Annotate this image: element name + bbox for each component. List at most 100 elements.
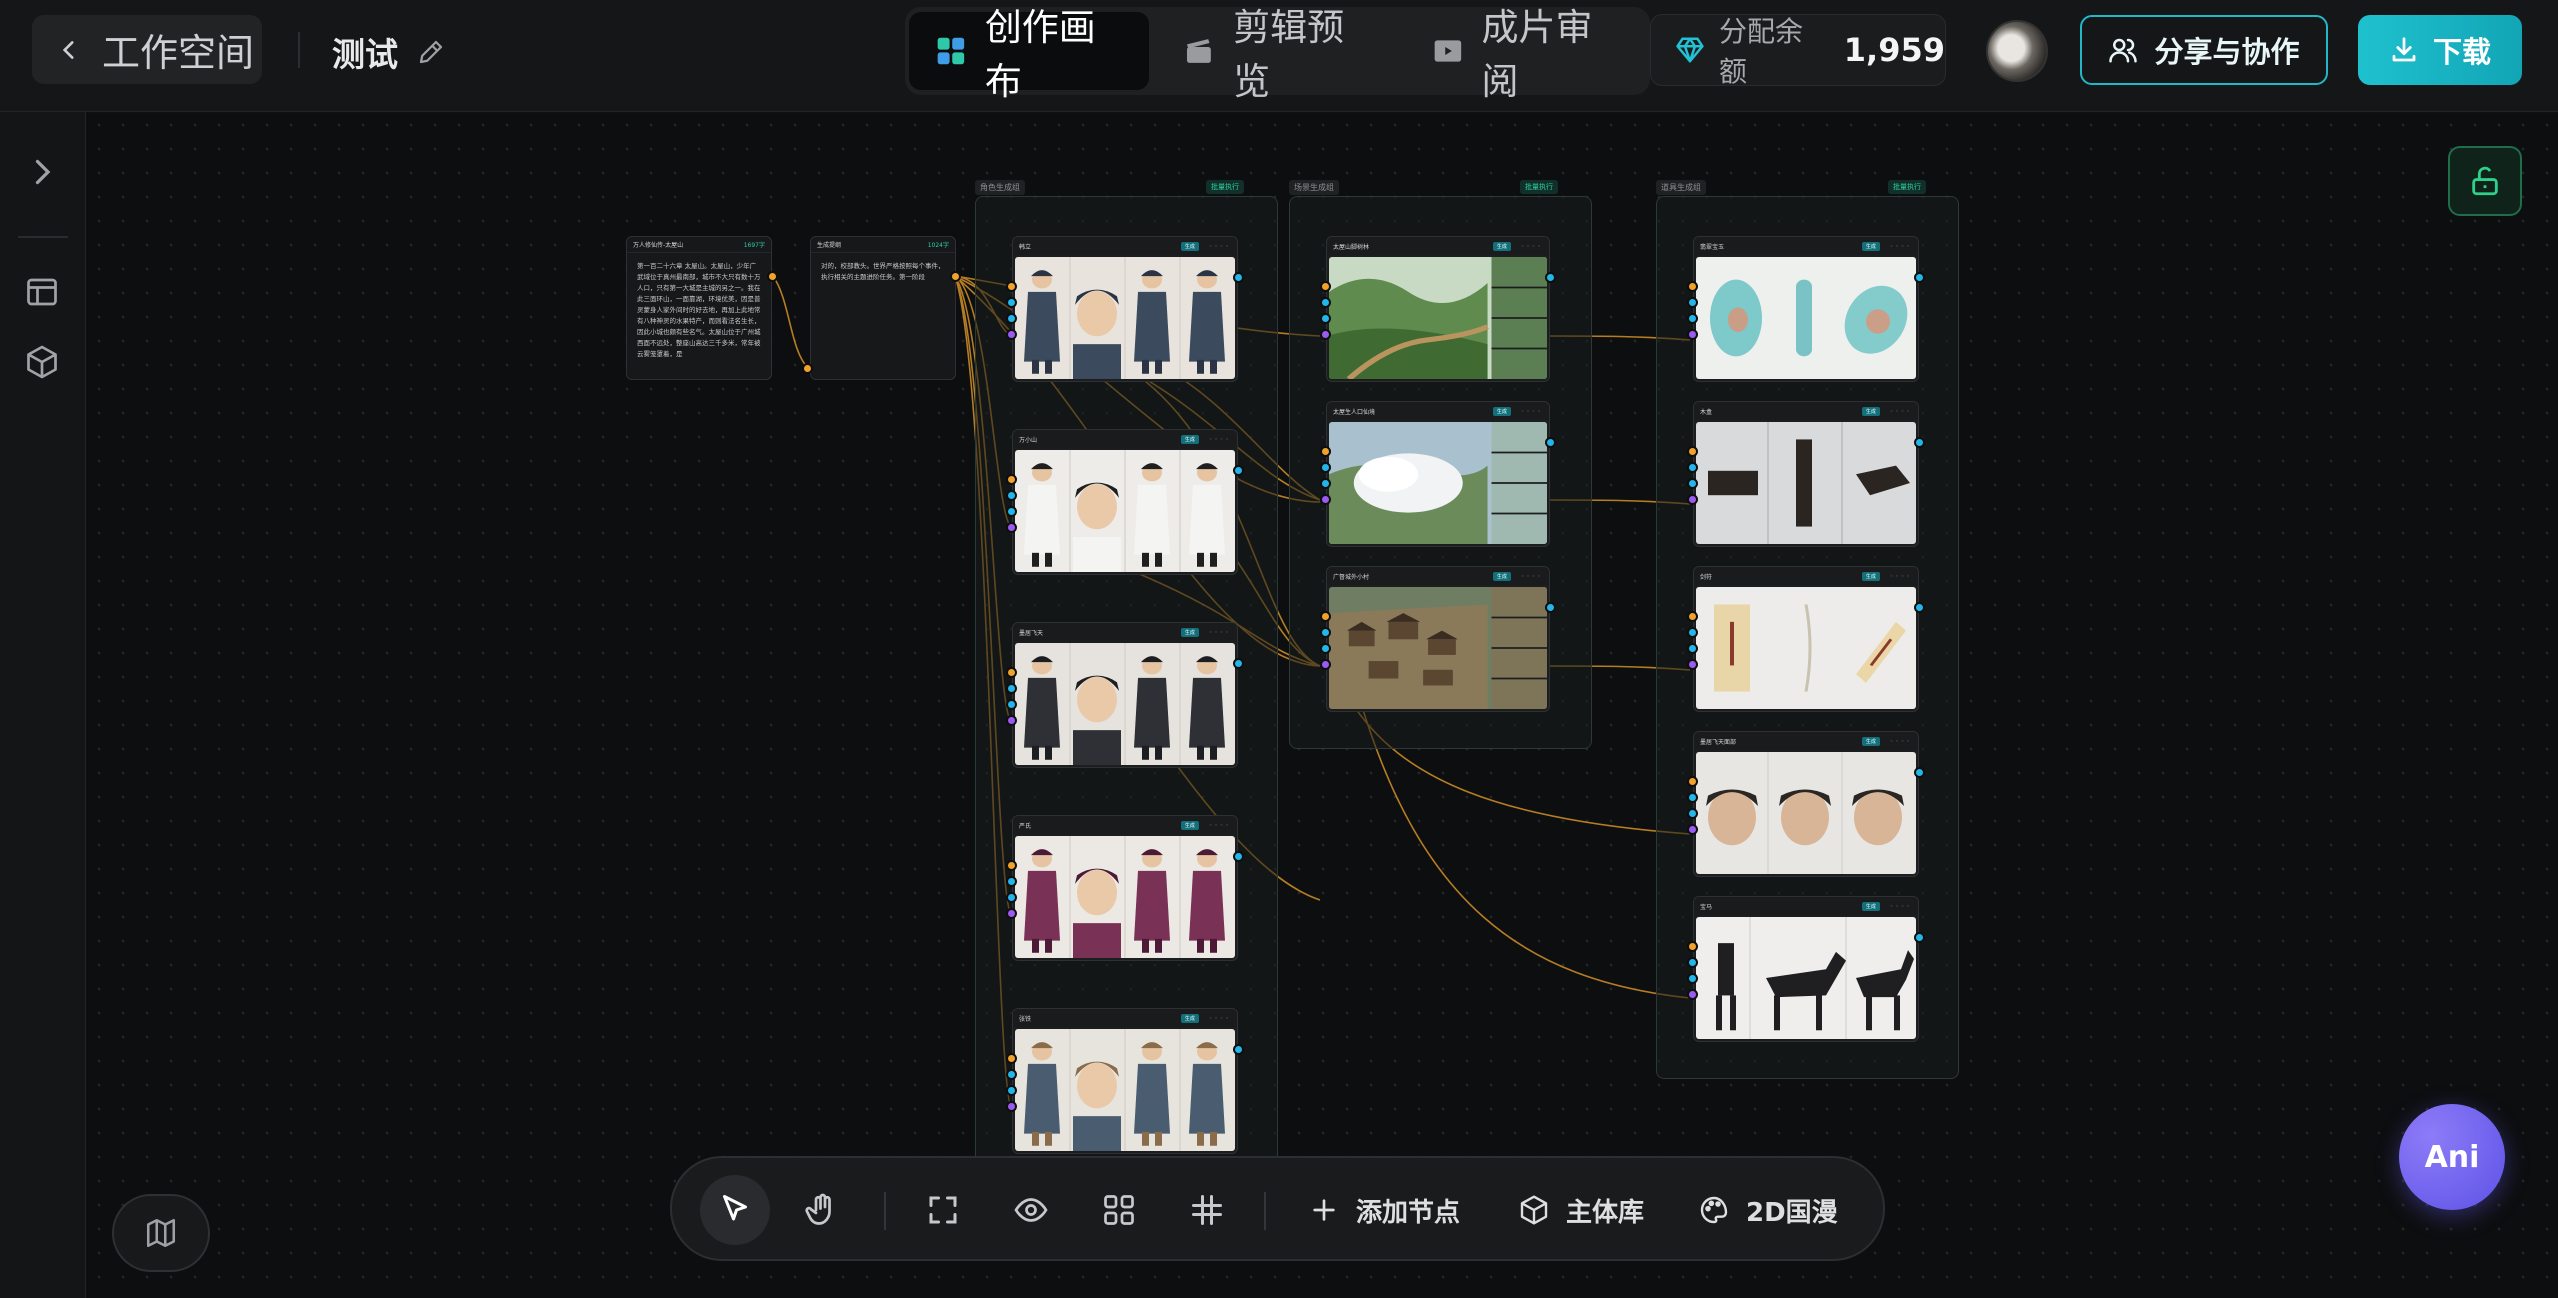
- generate-pill[interactable]: 生成: [1861, 241, 1880, 251]
- output-port[interactable]: [950, 271, 961, 282]
- character-node[interactable]: 韩立 生成 ◦◦◦◦: [1012, 236, 1238, 382]
- node-actions[interactable]: ◦◦◦◦: [1521, 573, 1543, 580]
- input-port[interactable]: [1687, 824, 1698, 835]
- generate-pill[interactable]: 生成: [1180, 1013, 1199, 1023]
- node-actions[interactable]: ◦◦◦◦: [1890, 408, 1912, 415]
- generate-pill[interactable]: 生成: [1861, 406, 1880, 416]
- output-port[interactable]: [767, 271, 778, 282]
- scene-node[interactable]: 太屋山脚树林 生成 ◦◦◦◦: [1326, 236, 1550, 382]
- output-port[interactable]: [1914, 602, 1925, 613]
- output-port[interactable]: [1233, 272, 1244, 283]
- input-port[interactable]: [1687, 329, 1698, 340]
- input-port[interactable]: [1006, 683, 1017, 694]
- input-port[interactable]: [1320, 659, 1331, 670]
- scene-node[interactable]: 广督城外小村 生成 ◦◦◦◦: [1326, 566, 1550, 712]
- input-port[interactable]: [1320, 329, 1331, 340]
- input-port[interactable]: [1320, 297, 1331, 308]
- input-port[interactable]: [1687, 643, 1698, 654]
- character-node[interactable]: 墨居飞天 生成 ◦◦◦◦: [1012, 622, 1238, 768]
- prop-group-badge[interactable]: 批量执行: [1888, 180, 1926, 194]
- input-port[interactable]: [1006, 297, 1017, 308]
- input-port[interactable]: [1006, 699, 1017, 710]
- input-port[interactable]: [1320, 627, 1331, 638]
- generate-pill[interactable]: 生成: [1180, 627, 1199, 637]
- outline-text-node[interactable]: 生成提纲 1024字 对的，校部教头。世界严格按照每个事件，执行相关的主题进阶任…: [810, 236, 956, 380]
- project-name[interactable]: 测试: [332, 28, 446, 76]
- tab-edit-preview[interactable]: 剪辑预览: [1157, 6, 1397, 103]
- node-actions[interactable]: ◦◦◦◦: [1890, 573, 1912, 580]
- snap-grid-button[interactable]: [1172, 1175, 1242, 1245]
- generate-pill[interactable]: 生成: [1492, 241, 1511, 251]
- input-port[interactable]: [1320, 313, 1331, 324]
- canvas-lock-button[interactable]: [2448, 146, 2522, 216]
- hand-tool-button[interactable]: [787, 1175, 857, 1245]
- pencil-icon[interactable]: [416, 37, 446, 67]
- add-node-button[interactable]: 添加节点: [1308, 1188, 1460, 1232]
- input-port[interactable]: [1006, 876, 1017, 887]
- input-port[interactable]: [1006, 908, 1017, 919]
- node-actions[interactable]: ◦◦◦◦: [1209, 629, 1231, 636]
- character-node[interactable]: 严氏 生成 ◦◦◦◦: [1012, 815, 1238, 961]
- node-actions[interactable]: ◦◦◦◦: [1209, 822, 1231, 829]
- node-actions[interactable]: ◦◦◦◦: [1521, 243, 1543, 250]
- output-port[interactable]: [1233, 658, 1244, 669]
- scene-node[interactable]: 太屋生人口仙境 生成 ◦◦◦◦: [1326, 401, 1550, 547]
- input-port[interactable]: [1006, 490, 1017, 501]
- input-port[interactable]: [1687, 792, 1698, 803]
- generate-pill[interactable]: 生成: [1492, 406, 1511, 416]
- input-port[interactable]: [1006, 506, 1017, 517]
- input-port[interactable]: [1687, 313, 1698, 324]
- input-port[interactable]: [1006, 281, 1017, 292]
- input-port[interactable]: [1687, 281, 1698, 292]
- input-port[interactable]: [1006, 1085, 1017, 1096]
- generate-pill[interactable]: 生成: [1861, 736, 1880, 746]
- prop-node[interactable]: 剑符 生成 ◦◦◦◦: [1693, 566, 1919, 712]
- input-port[interactable]: [1687, 941, 1698, 952]
- output-port[interactable]: [1914, 272, 1925, 283]
- input-port[interactable]: [1687, 776, 1698, 787]
- input-port[interactable]: [1006, 892, 1017, 903]
- tab-final-review[interactable]: 成片审阅: [1406, 6, 1646, 103]
- generate-pill[interactable]: 生成: [1861, 901, 1880, 911]
- asset-library-button[interactable]: 主体库: [1518, 1188, 1644, 1232]
- fit-view-button[interactable]: [908, 1175, 978, 1245]
- node-actions[interactable]: ◦◦◦◦: [1209, 1015, 1231, 1022]
- character-node[interactable]: 万小山 生成 ◦◦◦◦: [1012, 429, 1238, 575]
- input-port[interactable]: [1687, 659, 1698, 670]
- input-port[interactable]: [1320, 494, 1331, 505]
- tab-canvas[interactable]: 创作画布: [909, 6, 1150, 103]
- preview-button[interactable]: [996, 1175, 1066, 1245]
- output-port[interactable]: [1914, 932, 1925, 943]
- generate-pill[interactable]: 生成: [1180, 434, 1199, 444]
- input-port[interactable]: [1687, 989, 1698, 1000]
- chevron-right-icon[interactable]: [24, 154, 60, 190]
- input-port[interactable]: [1687, 957, 1698, 968]
- output-port[interactable]: [1233, 851, 1244, 862]
- minimap-button[interactable]: [112, 1194, 210, 1272]
- input-port[interactable]: [802, 363, 813, 374]
- ani-assistant-button[interactable]: Ani: [2399, 1104, 2505, 1210]
- input-port[interactable]: [1320, 643, 1331, 654]
- layout-panel-icon[interactable]: [24, 274, 60, 310]
- scene-group-badge[interactable]: 批量执行: [1520, 180, 1558, 194]
- cube-icon[interactable]: [24, 344, 60, 380]
- prop-node[interactable]: 宝马 生成 ◦◦◦◦: [1693, 896, 1919, 1042]
- generate-pill[interactable]: 生成: [1861, 571, 1880, 581]
- generate-pill[interactable]: 生成: [1180, 820, 1199, 830]
- download-button[interactable]: 下载: [2358, 15, 2522, 85]
- input-port[interactable]: [1687, 627, 1698, 638]
- input-port[interactable]: [1006, 667, 1017, 678]
- select-tool-button[interactable]: [700, 1175, 770, 1245]
- output-port[interactable]: [1545, 272, 1556, 283]
- output-port[interactable]: [1914, 767, 1925, 778]
- input-port[interactable]: [1320, 478, 1331, 489]
- character-node[interactable]: 张铁 生成 ◦◦◦◦: [1012, 1008, 1238, 1154]
- grid-layout-button[interactable]: [1084, 1175, 1154, 1245]
- input-port[interactable]: [1687, 478, 1698, 489]
- avatar[interactable]: [1986, 20, 2048, 82]
- output-port[interactable]: [1914, 437, 1925, 448]
- share-collaborate-button[interactable]: 分享与协作: [2080, 15, 2328, 85]
- output-port[interactable]: [1233, 1044, 1244, 1055]
- generate-pill[interactable]: 生成: [1180, 241, 1199, 251]
- input-port[interactable]: [1006, 1053, 1017, 1064]
